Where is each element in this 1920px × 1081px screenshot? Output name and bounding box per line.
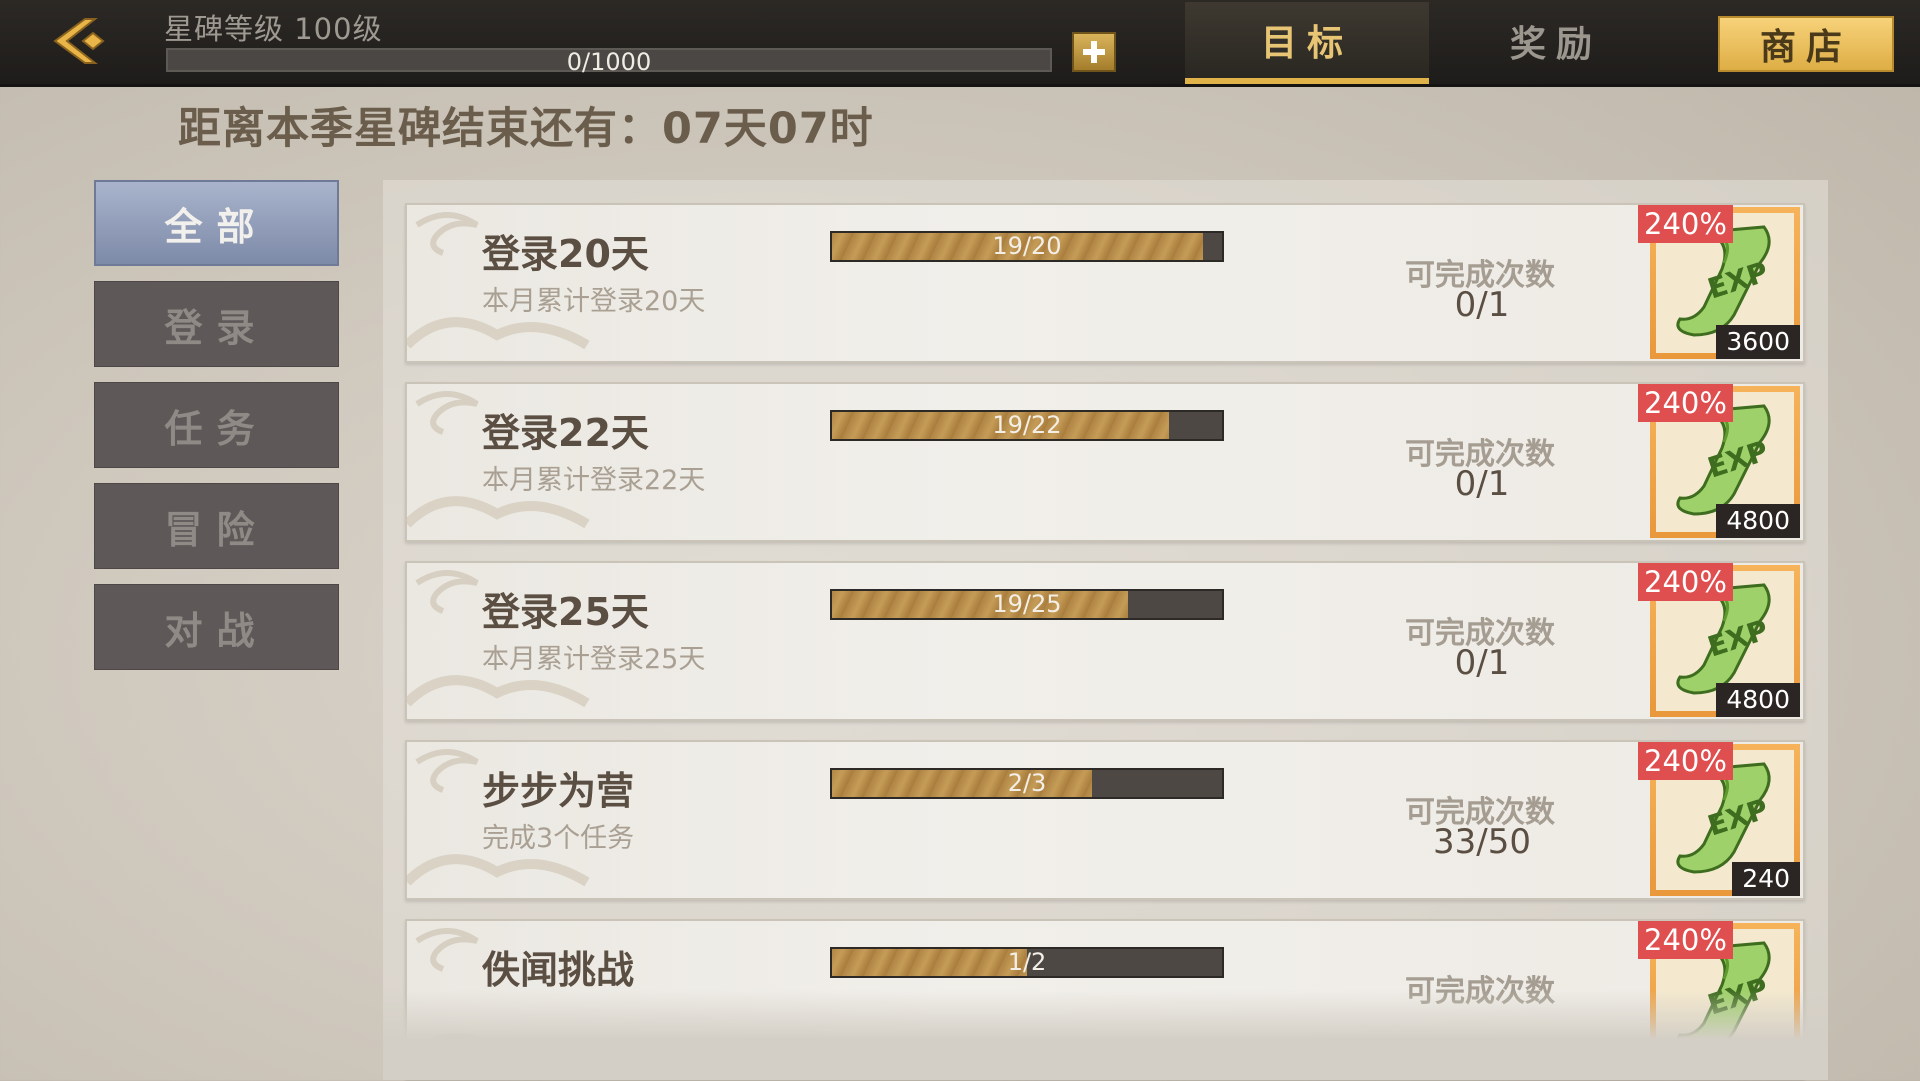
reward-item[interactable]: EXP 240% 4800 (1638, 563, 1800, 717)
reward-quantity: 4800 (1716, 683, 1800, 717)
xp-progress-bar: 0/1000 (166, 48, 1052, 76)
add-xp-button[interactable] (1072, 32, 1116, 72)
task-title: 步步为营 (482, 769, 635, 813)
season-countdown: 距离本季星碑结束还有：07天07时 (178, 104, 874, 154)
task-card: 登录25天 本月累计登录25天 19/25 可完成次数 0/1 EXP 240%… (405, 561, 1805, 721)
task-description: 本月累计登录22天 (482, 465, 706, 496)
star-level-label: 星碑等级 100级 (164, 12, 383, 46)
task-card: 登录20天 本月累计登录20天 19/20 可完成次数 0/1 EXP 240%… (405, 203, 1805, 363)
completion-count-value: 0/1 (1454, 285, 1510, 325)
reward-quantity: 4800 (1716, 504, 1800, 538)
completion-count-value: 0/1 (1454, 643, 1510, 683)
xp-progress-text: 0/1000 (566, 48, 652, 76)
reward-item[interactable]: EXP 240% 3600 (1638, 205, 1800, 359)
task-progress-bar: 2/3 (830, 768, 1224, 799)
task-description: 完成3个任务 (482, 823, 635, 854)
sidebar-item-battle[interactable]: 对战 (94, 584, 339, 670)
task-progress-text: 19/20 (992, 232, 1062, 260)
task-progress-text: 19/22 (992, 411, 1062, 439)
sidebar-item-login[interactable]: 登录 (94, 281, 339, 367)
task-progress-text: 2/3 (1007, 769, 1047, 797)
tab-goal[interactable]: 目标 (1185, 2, 1429, 84)
task-progress-bar: 19/22 (830, 410, 1224, 441)
sidebar-item-task[interactable]: 任务 (94, 382, 339, 468)
task-description: 本月累计登录20天 (482, 286, 706, 317)
bonus-badge: 240% (1638, 384, 1733, 422)
reward-item[interactable]: EXP 240% 4800 (1638, 384, 1800, 538)
task-progress-bar: 19/25 (830, 589, 1224, 620)
list-fade-overlay (383, 990, 1828, 1080)
bonus-badge: 240% (1638, 205, 1733, 243)
tab-reward[interactable]: 奖励 (1450, 0, 1662, 82)
back-arrow-icon (53, 18, 105, 64)
task-progress-bar: 1/2 (830, 947, 1224, 978)
bonus-badge: 240% (1638, 563, 1733, 601)
task-title: 登录20天 (482, 232, 649, 276)
task-title: 登录22天 (482, 411, 649, 455)
task-progress-text: 1/2 (1007, 948, 1047, 976)
sidebar-item-adventure[interactable]: 冒险 (94, 483, 339, 569)
task-title: 登录25天 (482, 590, 649, 634)
completion-count-value: 33/50 (1433, 822, 1531, 862)
task-card: 步步为营 完成3个任务 2/3 可完成次数 33/50 EXP 240% 240 (405, 740, 1805, 900)
sidebar-item-all[interactable]: 全部 (94, 180, 339, 266)
task-progress-bar: 19/20 (830, 231, 1224, 262)
reward-quantity: 3600 (1716, 325, 1800, 359)
completion-count-value: 0/1 (1454, 464, 1510, 504)
task-card: 登录22天 本月累计登录22天 19/22 可完成次数 0/1 EXP 240%… (405, 382, 1805, 542)
bonus-badge: 240% (1638, 921, 1733, 959)
top-bar: 星碑等级 100级 0/1000 目标 奖励 商店 (0, 0, 1920, 87)
bonus-badge: 240% (1638, 742, 1733, 780)
plus-icon (1083, 41, 1105, 63)
reward-item[interactable]: EXP 240% 240 (1638, 742, 1800, 896)
tab-shop[interactable]: 商店 (1718, 16, 1894, 72)
reward-quantity: 240 (1732, 862, 1800, 896)
task-description: 本月累计登录25天 (482, 644, 706, 675)
back-button[interactable] (44, 8, 114, 74)
task-title: 佚闻挑战 (482, 948, 635, 992)
task-progress-text: 19/25 (992, 590, 1062, 618)
